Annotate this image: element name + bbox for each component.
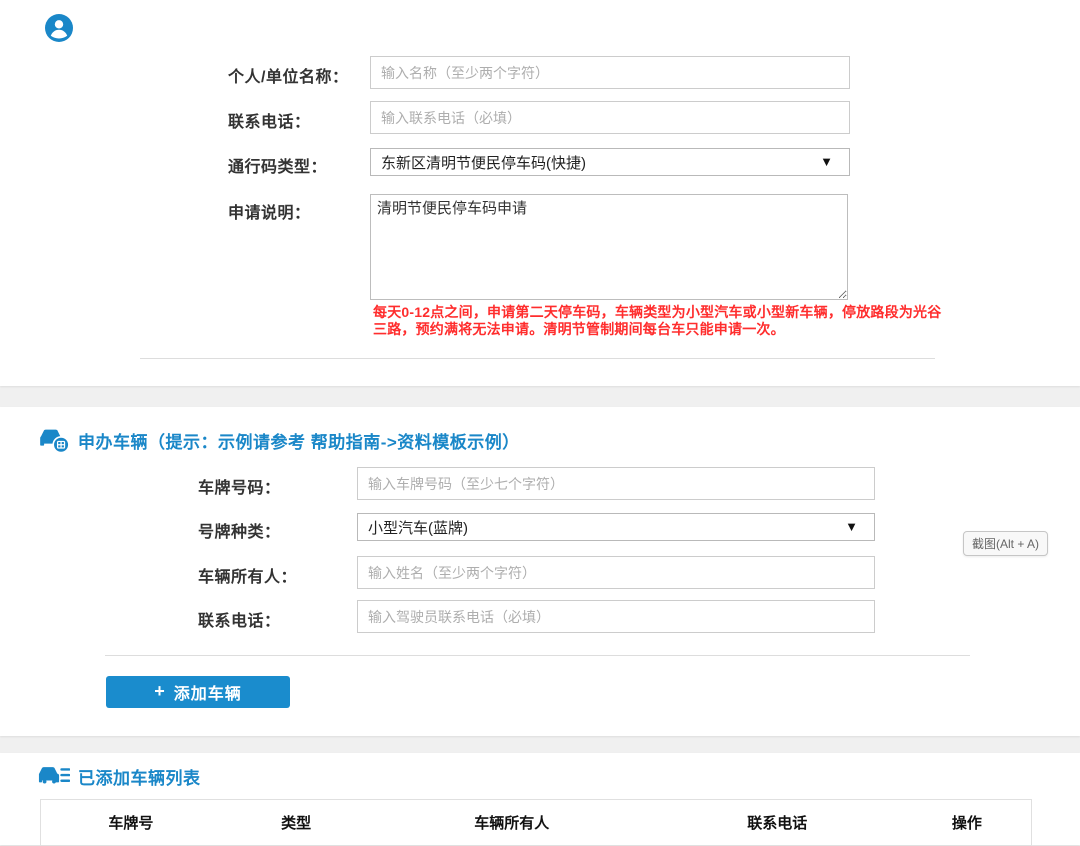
name-label: 个人/单位名称：: [228, 56, 370, 87]
plus-icon: +: [154, 682, 166, 700]
pass-type-label: 通行码类型：: [228, 146, 370, 177]
plate-number-label: 车牌号码：: [198, 467, 357, 498]
driver-phone-input[interactable]: [357, 600, 875, 633]
add-vehicle-button[interactable]: + 添加车辆: [106, 676, 290, 708]
section-divider: [140, 358, 935, 359]
vehicle-form: 车牌号码： 号牌种类： 小型汽车(蓝牌) ▼ 车辆所有人： 联系电话：: [198, 467, 875, 644]
applicant-form: 个人/单位名称： 联系电话： 通行码类型： 东新区清明节便民停车码(快捷) ▼ …: [228, 56, 850, 350]
col-header-actions: 操作: [903, 800, 1032, 846]
car-list-icon: [38, 763, 70, 790]
owner-input[interactable]: [357, 556, 875, 589]
col-header-type: 类型: [221, 800, 372, 846]
contact-phone-label: 联系电话：: [228, 101, 370, 132]
chevron-down-icon: ▼: [820, 155, 833, 168]
plate-type-select[interactable]: 小型汽车(蓝牌) ▼: [357, 513, 875, 541]
applicant-panel: 个人/单位名称： 联系电话： 通行码类型： 东新区清明节便民停车码(快捷) ▼ …: [0, 0, 1080, 386]
add-vehicle-label: 添加车辆: [174, 680, 242, 704]
table-header-row: 车牌号 类型 车辆所有人 联系电话 操作: [41, 800, 1032, 846]
plate-number-input[interactable]: [357, 467, 875, 500]
plate-type-value: 小型汽车(蓝牌): [368, 517, 468, 538]
driver-phone-label: 联系电话：: [198, 600, 357, 631]
name-input[interactable]: [370, 56, 850, 89]
added-vehicles-table: 车牌号 类型 车辆所有人 联系电话 操作: [40, 799, 1032, 846]
added-list-section-header: 已添加车辆列表: [38, 763, 201, 790]
vehicle-panel: 申办车辆（提示：示例请参考 帮助指南->资料模板示例） 车牌号码： 号牌种类： …: [0, 407, 1080, 736]
vehicle-section-title: 申办车辆（提示：示例请参考 帮助指南->资料模板示例）: [78, 428, 520, 453]
description-label: 申请说明：: [228, 192, 370, 223]
application-description-textarea[interactable]: 清明节便民停车码申请: [370, 194, 848, 300]
added-vehicles-panel: 已添加车辆列表 车牌号 类型 车辆所有人 联系电话 操作: [0, 753, 1080, 845]
col-header-owner: 车辆所有人: [371, 800, 651, 846]
owner-label: 车辆所有人：: [198, 556, 357, 587]
added-list-title: 已添加车辆列表: [78, 764, 201, 789]
pass-type-value: 东新区清明节便民停车码(快捷): [381, 152, 586, 173]
car-plate-icon: [38, 427, 70, 454]
pass-type-select[interactable]: 东新区清明节便民停车码(快捷) ▼: [370, 148, 850, 176]
vehicle-section-header: 申办车辆（提示：示例请参考 帮助指南->资料模板示例）: [38, 427, 520, 454]
application-notice-text: 每天0-12点之间，申请第二天停车码，车辆类型为小型汽车或小型新车辆，停放路段为…: [370, 304, 944, 338]
col-header-plate: 车牌号: [41, 800, 221, 846]
section-divider: [105, 655, 970, 656]
screenshot-hotkey-chip[interactable]: 截图(Alt + A): [963, 531, 1048, 556]
chevron-down-icon: ▼: [845, 520, 858, 533]
col-header-phone: 联系电话: [652, 800, 903, 846]
user-icon: [45, 14, 73, 42]
plate-type-label: 号牌种类：: [198, 511, 357, 542]
contact-phone-input[interactable]: [370, 101, 850, 134]
